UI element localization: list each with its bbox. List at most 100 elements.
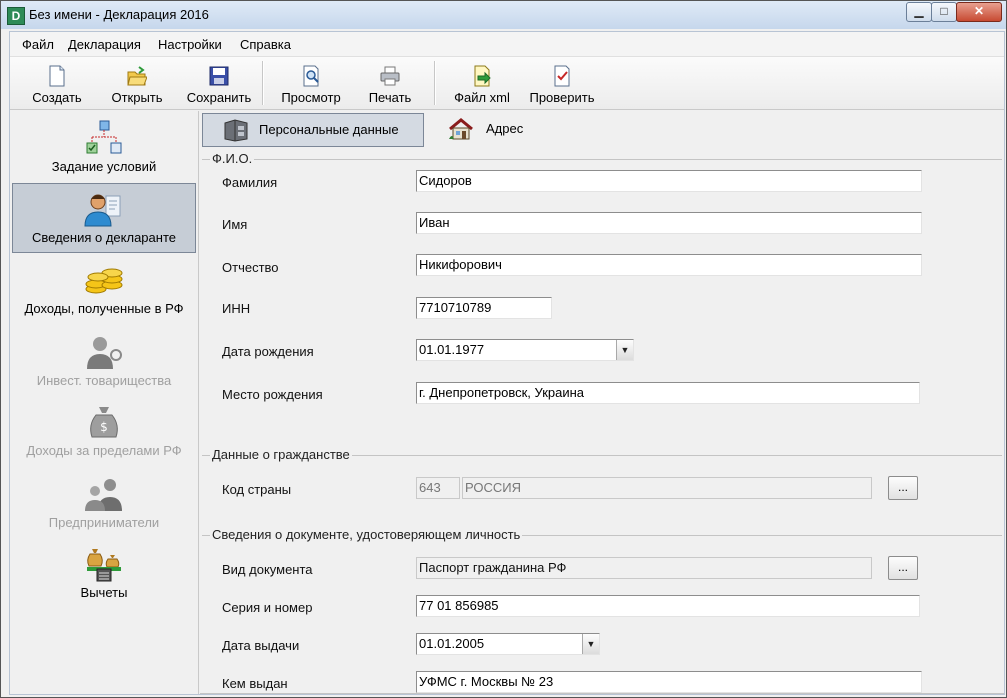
select-country-button[interactable]: ... <box>888 476 918 500</box>
chevron-down-icon[interactable]: ▼ <box>616 340 633 360</box>
patronymic-field[interactable]: Никифорович <box>416 254 922 276</box>
surname-label: Фамилия <box>222 175 278 190</box>
surname-field[interactable]: Сидоров <box>416 170 922 192</box>
print-label: Печать <box>368 90 412 105</box>
birthdate-value: 01.01.1977 <box>419 342 485 357</box>
save-button[interactable]: Сохранить <box>182 59 256 107</box>
main-frame: Файл Декларация Настройки Справка Создат… <box>9 31 1005 695</box>
group-title: Данные о гражданстве <box>210 447 352 462</box>
app-logo-icon: D <box>7 7 25 25</box>
create-label: Создать <box>32 90 82 105</box>
tab-personal-data[interactable]: Персональные данные <box>202 113 424 147</box>
sidebar-item-label: Вычеты <box>80 585 128 600</box>
tab-address[interactable]: Адрес <box>444 113 554 147</box>
open-button[interactable]: Открыть <box>106 59 168 107</box>
sidebar-item-conditions[interactable]: Задание условий <box>12 113 196 183</box>
check-document-icon <box>554 65 570 87</box>
tab-label: Адрес <box>486 121 524 136</box>
group-title: Сведения о документе, удостоверяющем лич… <box>210 527 523 542</box>
tab-label: Персональные данные <box>259 122 399 137</box>
sidebar-item-income-rf[interactable]: Доходы, полученные в РФ <box>12 255 196 325</box>
open-label: Открыть <box>111 90 163 105</box>
sidebar-item-entrepreneurs[interactable]: Предприниматели <box>12 469 196 539</box>
svg-text:$: $ <box>100 420 108 434</box>
xml-file-button[interactable]: Файл xml <box>448 59 516 107</box>
investment-partnership-icon <box>87 337 122 369</box>
preview-label: Просмотр <box>281 90 341 105</box>
fio-group: Ф.И.О. Фамилия Сидоров Имя Иван Отчество… <box>202 151 1002 410</box>
sidebar-item-invest-partnership[interactable]: Инвест. товарищества <box>12 327 196 397</box>
toolbar-separator <box>262 61 264 105</box>
issue-date-dropdown[interactable]: 01.01.2005 ▼ <box>416 633 600 655</box>
minimize-button[interactable]: ▁ <box>906 2 932 22</box>
print-button[interactable]: Печать <box>360 59 420 107</box>
chevron-down-icon[interactable]: ▼ <box>582 634 599 654</box>
declarant-person-icon <box>84 194 121 227</box>
toolbar-separator <box>434 61 436 105</box>
sidebar-item-label: Доходы, полученные в РФ <box>24 301 184 316</box>
content-panel: Персональные данные Адрес Ф.И.О. Фамилия… <box>200 111 1004 694</box>
money-bag-icon: $ <box>90 407 118 438</box>
document-type-label: Вид документа <box>222 562 313 577</box>
menu-bar: Файл Декларация Настройки Справка <box>10 32 1004 57</box>
name-field[interactable]: Иван <box>416 212 922 234</box>
series-number-field[interactable]: 77 01 856985 <box>416 595 920 617</box>
birthplace-field[interactable]: г. Днепропетровск, Украина <box>416 382 920 404</box>
select-document-type-button[interactable]: ... <box>888 556 918 580</box>
sidebar-item-label: Задание условий <box>51 159 157 174</box>
entrepreneurs-icon <box>85 479 122 511</box>
sidebar-item-label: Сведения о декларанте <box>32 230 176 245</box>
check-label: Проверить <box>529 90 595 105</box>
sidebar-item-label: Предприниматели <box>48 515 160 530</box>
series-number-label: Серия и номер <box>222 600 313 615</box>
save-disk-icon <box>209 66 229 86</box>
patronymic-label: Отчество <box>222 260 279 275</box>
open-folder-icon <box>127 66 147 86</box>
create-button[interactable]: Создать <box>26 59 88 107</box>
sidebar-item-label: Инвест. товарищества <box>36 373 172 388</box>
sidebar-item-declarant[interactable]: Сведения о декларанте <box>12 183 196 253</box>
content-bottom-border <box>200 693 1004 694</box>
inn-field[interactable]: 7710710789 <box>416 297 552 319</box>
sidebar-item-deductions[interactable]: Вычеты <box>12 539 196 609</box>
country-name-field: РОССИЯ <box>462 477 872 499</box>
preview-button[interactable]: Просмотр <box>274 59 348 107</box>
inn-label: ИНН <box>222 301 251 316</box>
sidebar-item-label: Доходы за пределами РФ <box>26 443 182 458</box>
sidebar: Задание условий Сведения о декларанте До… <box>10 111 199 694</box>
xml-file-icon <box>474 65 491 87</box>
birthdate-dropdown[interactable]: 01.01.1977 ▼ <box>416 339 634 361</box>
new-document-icon <box>49 65 65 87</box>
save-label: Сохранить <box>186 90 252 105</box>
maximize-button[interactable]: □ <box>931 2 957 22</box>
issuer-label: Кем выдан <box>222 676 288 691</box>
close-button[interactable]: ✕ <box>956 2 1002 22</box>
group-title: Ф.И.О. <box>210 151 255 166</box>
printer-icon <box>380 66 400 86</box>
title-bar[interactable]: D Без имени - Декларация 2016 ▁ □ ✕ <box>1 1 1006 29</box>
issue-date-label: Дата выдачи <box>222 638 300 653</box>
menu-settings[interactable]: Настройки <box>158 37 222 52</box>
document-type-field: Паспорт гражданина РФ <box>416 557 872 579</box>
deductions-scales-icon <box>87 549 121 582</box>
personal-data-cabinet-icon <box>224 119 248 142</box>
menu-declaration[interactable]: Декларация <box>68 37 141 52</box>
country-code-label: Код страны <box>222 482 292 497</box>
coins-stack-icon <box>85 268 123 294</box>
conditions-tree-icon <box>86 120 122 154</box>
citizenship-group: Данные о гражданстве Код страны 643 РОСС… <box>202 447 1002 520</box>
identity-document-group: Сведения о документе, удостоверяющем лич… <box>202 527 1002 694</box>
issuer-field[interactable]: УФМС г. Москвы № 23 <box>416 671 922 693</box>
menu-file[interactable]: Файл <box>22 37 54 52</box>
xml-file-label: Файл xml <box>454 90 510 105</box>
menu-help[interactable]: Справка <box>240 37 291 52</box>
name-label: Имя <box>222 217 248 232</box>
window-title: Без имени - Декларация 2016 <box>29 7 209 22</box>
birthdate-label: Дата рождения <box>222 344 314 359</box>
toolbar: Создать Открыть Сохранить Просмотр Печат… <box>10 57 1004 110</box>
check-button[interactable]: Проверить <box>524 59 600 107</box>
sidebar-item-foreign-income[interactable]: $ Доходы за пределами РФ <box>12 397 196 467</box>
application-window: D Без имени - Декларация 2016 ▁ □ ✕ Файл… <box>0 0 1007 698</box>
birthplace-label: Место рождения <box>222 387 323 402</box>
preview-magnifier-icon <box>303 65 319 87</box>
